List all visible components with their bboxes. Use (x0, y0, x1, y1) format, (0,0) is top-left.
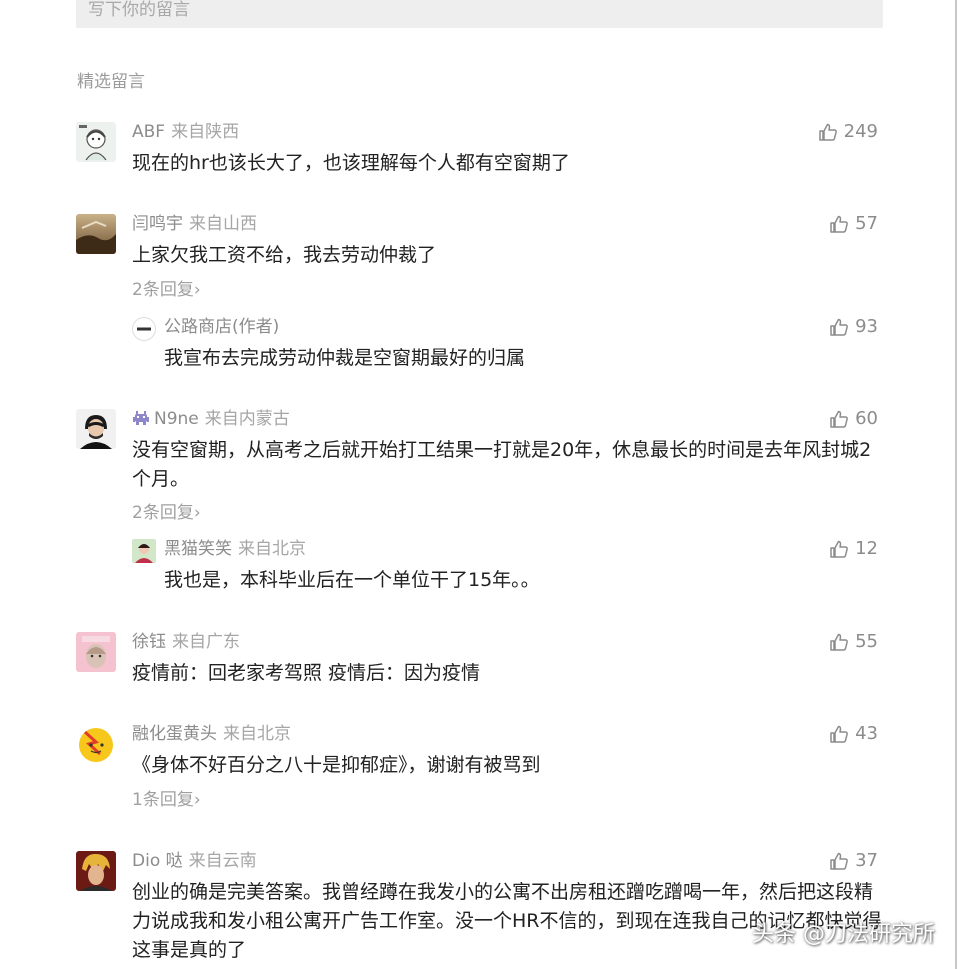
chevron-right-icon: › (193, 790, 201, 810)
avatar[interactable] (132, 539, 156, 563)
commenter-location: 来自广东 (172, 632, 240, 652)
avatar[interactable] (76, 632, 116, 672)
commenter-name[interactable]: N9ne (154, 409, 199, 429)
more-replies-label: 2条回复 (132, 280, 194, 300)
like-count: 93 (855, 316, 878, 337)
section-title: 精选留言 (77, 72, 145, 92)
commenter-location: 来自陕西 (171, 122, 240, 142)
commenter-location: 来自内蒙古 (204, 409, 290, 429)
reply-content: 我宣布去完成劳动仲裁是空窗期最好的归属 (164, 347, 526, 369)
avatar[interactable] (76, 724, 116, 764)
like-button[interactable]: 249 (818, 120, 878, 144)
thumbs-up-icon (830, 318, 848, 336)
commenter-name[interactable]: 融化蛋黄头 (132, 724, 217, 744)
avatar[interactable] (132, 317, 156, 341)
more-replies-label: 1条回复 (132, 790, 194, 810)
like-count: 57 (855, 213, 878, 234)
comment-content: 没有空窗期，从高考之后就开始打工结果一打就是20年，休息最长的时间是去年风封城2… (132, 439, 872, 490)
commenter-name[interactable]: Dio 哒 (132, 851, 183, 871)
thumbs-up-icon (830, 215, 848, 233)
reply-author-name[interactable]: 公路商店(作者) (164, 317, 279, 337)
like-button[interactable]: 93 (829, 315, 878, 339)
reply-item: 公路商店(作者) 93 我宣布去完成劳动仲裁是空窗期最好的归属 (132, 315, 883, 371)
reply-content: 我也是，本科毕业后在一个单位干了15年。。 (164, 569, 540, 591)
comment-panel: 写下你的留言 精选留言 ABF 来自陕西 249 现在的hr也该长大了，也该理解每… (0, 0, 957, 969)
like-count: 55 (855, 631, 878, 652)
comment-item: ABF 来自陕西 249 现在的hr也该长大了，也该理解每个人都有空窗期了 (76, 120, 883, 180)
like-button[interactable]: 55 (829, 630, 878, 654)
watermark: 头条 @刀法研究所 (752, 922, 935, 947)
comment-item: Dio 哒来自云南 37 创业的确是完美答案。我曾经蹲在我发小的公寓不出房租还蹭… (76, 849, 883, 969)
comment-item: 徐钰 来自广东 55 疫情前：回老家考驾照 疫情后：因为疫情 (76, 630, 883, 690)
like-count: 12 (855, 538, 878, 559)
like-button[interactable]: 12 (829, 537, 878, 561)
thumbs-up-icon (830, 725, 848, 743)
comment-input-placeholder: 写下你的留言 (88, 0, 190, 20)
thumbs-up-icon (818, 123, 837, 141)
comment-content: 上家欠我工资不给，我去劳动仲裁了 (132, 244, 437, 266)
like-button[interactable]: 57 (829, 212, 878, 236)
like-count: 249 (843, 121, 878, 142)
commenter-location: 来自山西 (189, 214, 257, 234)
more-replies-link[interactable]: 2条回复› (132, 501, 201, 525)
thumbs-up-icon (830, 852, 848, 870)
comment-content: 《身体不好百分之八十是抑郁症》，谢谢有被骂到 (132, 754, 541, 776)
alien-badge-icon (133, 411, 149, 425)
like-button[interactable]: 43 (829, 722, 878, 746)
chevron-right-icon: › (193, 280, 201, 300)
commenter-location: 来自北京 (223, 724, 291, 744)
more-replies-link[interactable]: 2条回复› (132, 278, 201, 302)
like-count: 43 (855, 723, 878, 744)
commenter-location: 来自云南 (188, 851, 257, 871)
like-button[interactable]: 37 (829, 849, 878, 873)
chevron-right-icon: › (193, 503, 201, 523)
thumbs-up-icon (830, 633, 848, 651)
thumbs-up-icon (830, 410, 848, 428)
reply-author-name[interactable]: 黑猫笑笑 (164, 539, 232, 559)
commenter-name[interactable]: ABF (132, 122, 165, 142)
commenter-name[interactable]: 徐钰 (132, 632, 166, 652)
more-replies-label: 2条回复 (132, 503, 194, 523)
avatar[interactable] (76, 409, 116, 449)
reply-author-location: 来自北京 (238, 539, 306, 559)
commenter-name[interactable]: 闫鸣宇 (132, 214, 183, 234)
avatar[interactable] (76, 214, 116, 254)
avatar[interactable] (76, 122, 116, 162)
more-replies-link[interactable]: 1条回复› (132, 788, 201, 812)
comment-content: 疫情前：回老家考驾照 疫情后：因为疫情 (132, 662, 481, 684)
comment-item: 闫鸣宇 来自山西 57 上家欠我工资不给，我去劳动仲裁了 2条回复› 公路商店(作… (76, 212, 883, 372)
reply-item: 黑猫笑笑 来自北京 12 我也是，本科毕业后在一个单位干了15年。。 (132, 537, 883, 593)
comment-item: 融化蛋黄头 来自北京 43 《身体不好百分之八十是抑郁症》，谢谢有被骂到 1条回复… (76, 722, 883, 822)
comment-input[interactable]: 写下你的留言 (76, 0, 883, 28)
like-button[interactable]: 60 (829, 407, 878, 431)
thumbs-up-icon (830, 540, 848, 558)
comment-content: 现在的hr也该长大了，也该理解每个人都有空窗期了 (132, 152, 570, 174)
avatar[interactable] (76, 851, 116, 891)
like-count: 60 (855, 408, 878, 429)
comment-item: N9ne 来自内蒙古 60 没有空窗期，从高考之后就开始打工结果一打就是20年，休… (76, 407, 883, 597)
like-count: 37 (855, 850, 878, 871)
